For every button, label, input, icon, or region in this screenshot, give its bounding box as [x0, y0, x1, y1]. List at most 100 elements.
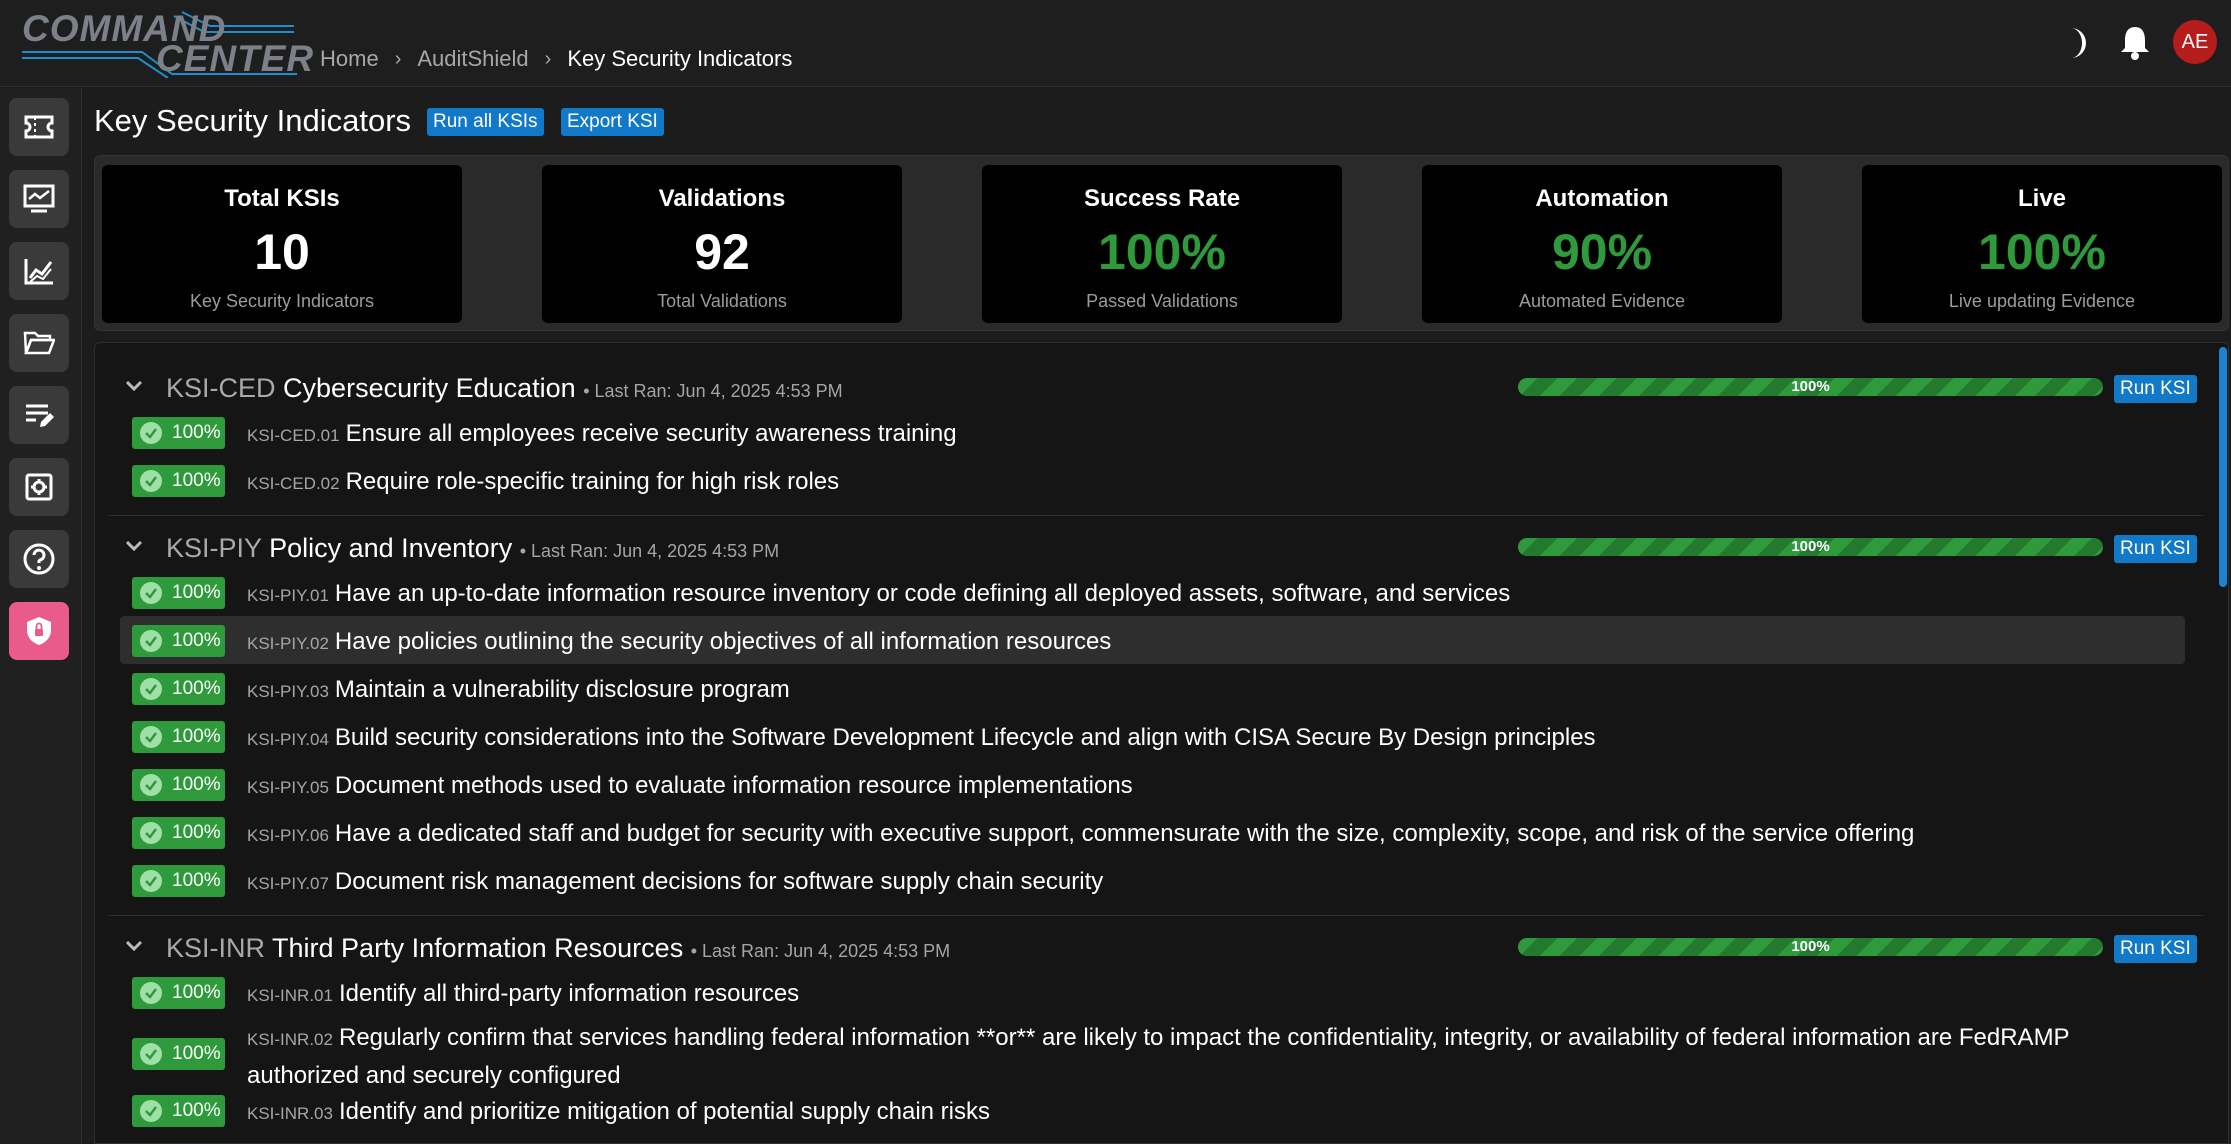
sidebar-item-files[interactable] — [9, 314, 69, 372]
help-icon — [23, 543, 55, 575]
ksi-item[interactable]: 100% KSI-PIY.05 Document methods used to … — [108, 760, 2203, 808]
status-badge: 100% — [132, 1095, 225, 1127]
progress-bar: 100% — [1518, 538, 2103, 556]
ksi-item[interactable]: 100% KSI-PIY.07 Document risk management … — [108, 856, 2203, 904]
stat-value: 100% — [1098, 224, 1226, 280]
ksi-group-inr: KSI-INR Third Party Information Resource… — [108, 928, 2203, 1134]
chevron-right-icon: › — [544, 47, 552, 70]
ksi-item[interactable]: 100% KSI-PIY.04 Build security considerat… — [108, 712, 2203, 760]
check-circle-icon — [140, 678, 162, 700]
status-badge-label: 100% — [172, 726, 221, 747]
ksi-group-code: KSI-INR — [166, 933, 266, 963]
avatar[interactable]: AE — [2173, 20, 2217, 64]
ksi-item[interactable]: 100% KSI-INR.01 Identify all third-party … — [108, 968, 2203, 1016]
ksi-item[interactable]: 100% KSI-CED.01 Ensure all employees rece… — [108, 408, 2203, 456]
ksi-item-text: Document methods used to evaluate inform… — [334, 772, 1133, 799]
status-badge-label: 100% — [172, 822, 221, 843]
ksi-item-text: Have a dedicated staff and budget for se… — [334, 820, 1915, 847]
status-badge: 100% — [132, 817, 225, 849]
stat-value: 90% — [1551, 224, 1653, 280]
ksi-item[interactable]: 100% KSI-PIY.01 Have an up-to-date inform… — [108, 568, 2203, 616]
export-ksi-button[interactable]: Export KSI — [561, 108, 664, 136]
progress-label: 100% — [1791, 938, 1830, 955]
ksi-item-text: Identify all third-party information res… — [338, 980, 800, 1007]
run-ksi-button[interactable]: Run KSI — [2114, 535, 2197, 563]
sidebar-item-help[interactable] — [9, 530, 69, 588]
status-badge: 100% — [132, 1038, 225, 1070]
check-circle-icon — [140, 726, 162, 748]
status-badge: 100% — [132, 417, 225, 449]
ksi-item-code: KSI-INR.03 — [247, 1104, 333, 1123]
settings-box-icon — [25, 473, 53, 501]
breadcrumb-home[interactable]: Home — [320, 46, 379, 72]
ksi-group-header[interactable]: KSI-INR Third Party Information Resource… — [108, 928, 2203, 968]
ksi-item[interactable]: 100% KSI-INR.03 Identify and prioritize m… — [108, 1086, 2203, 1134]
ksi-item-code: KSI-CED.02 — [247, 474, 340, 493]
status-badge: 100% — [132, 865, 225, 897]
status-badge-label: 100% — [172, 1100, 221, 1121]
check-circle-icon — [140, 582, 162, 604]
run-ksi-button[interactable]: Run KSI — [2114, 935, 2197, 963]
run-all-ksis-button[interactable]: Run all KSIs — [427, 108, 544, 136]
chevron-down-icon[interactable] — [125, 380, 143, 392]
ksi-group-name: Policy and Inventory — [269, 533, 513, 563]
ksi-group-ced: KSI-CED Cybersecurity Education • Last R… — [108, 368, 2203, 504]
sidebar-item-editor[interactable] — [9, 386, 69, 444]
status-badge: 100% — [132, 769, 225, 801]
status-badge-label: 100% — [172, 982, 221, 1003]
status-badge-label: 100% — [172, 1043, 221, 1064]
sidebar-item-monitor[interactable] — [9, 170, 69, 228]
ksi-group-name: Cybersecurity Education — [283, 373, 576, 403]
sidebar-item-auditshield[interactable] — [9, 602, 69, 660]
ksi-group-last-ran: • Last Ran: Jun 4, 2025 4:53 PM — [583, 381, 843, 401]
stat-subtitle: Automated Evidence — [1518, 291, 1686, 311]
check-circle-icon — [140, 1043, 162, 1065]
command-center-logo[interactable]: COMMAND CENTER — [22, 8, 313, 78]
ksi-item[interactable]: 100% KSI-INR.02 Regularly confirm that se… — [108, 1016, 2203, 1089]
ksi-item[interactable]: 100% KSI-PIY.03 Maintain a vulnerability … — [108, 664, 2203, 712]
status-badge: 100% — [132, 977, 225, 1009]
ksi-item[interactable]: 100% KSI-PIY.06 Have a dedicated staff an… — [108, 808, 2203, 856]
ksi-item-code: KSI-PIY.04 — [247, 730, 329, 749]
ksi-item-text: Require role-specific training for high … — [345, 468, 840, 495]
folder-open-icon — [23, 331, 55, 355]
stat-title: Total KSIs — [224, 185, 340, 212]
check-circle-icon — [140, 422, 162, 444]
breadcrumb: Home › AuditShield › Key Security Indica… — [320, 46, 792, 72]
dark-mode-toggle-icon[interactable] — [2057, 26, 2087, 60]
ksi-group-header[interactable]: KSI-CED Cybersecurity Education • Last R… — [108, 368, 2203, 408]
edit-list-icon — [26, 404, 54, 427]
status-badge-label: 100% — [172, 422, 221, 443]
ksi-item[interactable]: 100% KSI-CED.02 Require role-specific tra… — [108, 456, 2203, 504]
ksi-item-code: KSI-PIY.03 — [247, 682, 329, 701]
chevron-down-icon[interactable] — [125, 540, 143, 552]
sidebar-item-settings[interactable] — [9, 458, 69, 516]
sidebar-item-tickets[interactable] — [9, 98, 69, 156]
scrollbar[interactable] — [2219, 347, 2227, 587]
status-badge: 100% — [132, 721, 225, 753]
status-badge-label: 100% — [172, 774, 221, 795]
progress-bar: 100% — [1518, 938, 2103, 956]
stat-value: 92 — [694, 224, 750, 280]
ksi-item-code: KSI-PIY.06 — [247, 826, 329, 845]
ksi-group-last-ran: • Last Ran: Jun 4, 2025 4:53 PM — [690, 941, 951, 961]
ksi-group-header[interactable]: KSI-PIY Policy and Inventory • Last Ran:… — [108, 528, 2203, 568]
chevron-down-icon[interactable] — [125, 940, 143, 952]
sidebar-item-analytics[interactable] — [9, 242, 69, 300]
stat-value: 10 — [254, 224, 310, 280]
ksi-group-last-ran: • Last Ran: Jun 4, 2025 4:53 PM — [519, 541, 780, 561]
progress-bar: 100% — [1518, 378, 2103, 396]
run-ksi-button[interactable]: Run KSI — [2114, 375, 2197, 403]
bell-icon[interactable] — [2118, 24, 2152, 60]
status-badge: 100% — [132, 577, 225, 609]
ksi-group-code: KSI-PIY — [166, 533, 262, 563]
stat-card-total-ksis: Total KSIs 10 Key Security Indicators — [102, 165, 462, 323]
stat-subtitle: Passed Validations — [1086, 291, 1238, 311]
status-badge: 100% — [132, 625, 225, 657]
ksi-item-hovered[interactable]: 100% KSI-PIY.02 Have policies outlining t… — [120, 616, 2185, 664]
chevron-right-icon: › — [394, 47, 402, 70]
ksi-item-text: Have an up-to-date information resource … — [334, 580, 1511, 607]
ksi-item-text: Build security considerations into the S… — [334, 724, 1596, 751]
breadcrumb-auditshield[interactable]: AuditShield — [417, 46, 528, 72]
ksi-item-text: Identify and prioritize mitigation of po… — [338, 1098, 990, 1125]
